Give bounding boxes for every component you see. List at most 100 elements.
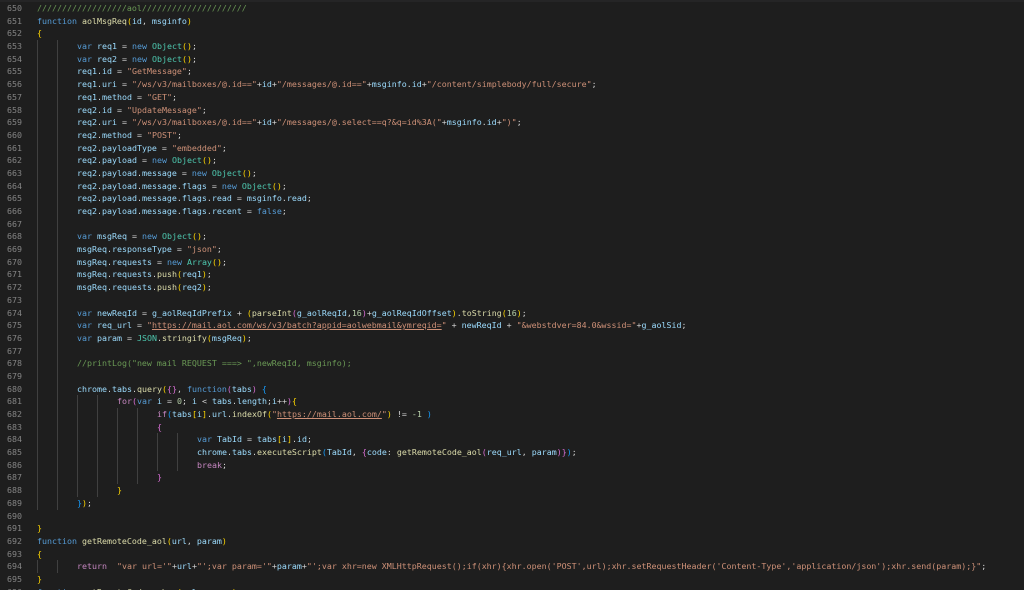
line-number[interactable]: 653 — [0, 40, 22, 53]
line-number[interactable]: 656 — [0, 78, 22, 91]
code-line[interactable]: 670 msgReq.requests = new Array(); — [0, 255, 1024, 269]
line-number[interactable]: 663 — [0, 167, 22, 180]
line-number[interactable]: 694 — [0, 560, 22, 573]
line-number[interactable]: 679 — [0, 370, 22, 383]
code-line[interactable]: 693 { — [0, 548, 1024, 561]
code-line[interactable]: 681 for(var i = 0; i < tabs.length;i++){ — [0, 395, 1024, 408]
code-line[interactable]: 685 chrome.tabs.executeScript(TabId, {cod… — [0, 446, 1024, 459]
code-line[interactable]: 679 — [0, 369, 1024, 383]
line-number[interactable]: 691 — [0, 522, 22, 535]
code-line[interactable]: 656 req1.uri = "/ws/v3/mailboxes/@.id=="+… — [0, 78, 1024, 91]
gutter-spacer — [22, 167, 37, 180]
code-line[interactable]: 651 function aolMsgReq(id, msginfo) — [0, 15, 1024, 28]
code-line[interactable]: 652 { — [0, 27, 1024, 40]
code-line[interactable]: 687} — [0, 471, 1024, 485]
token: = — [171, 244, 187, 255]
line-number[interactable]: 661 — [0, 142, 22, 155]
code-line[interactable]: 650 //////////////////aol////////////////… — [0, 2, 1024, 15]
code-area[interactable]: 650 //////////////////aol////////////////… — [0, 2, 1024, 590]
code-line[interactable]: 688} — [0, 484, 1024, 497]
line-number[interactable]: 696 — [0, 586, 22, 590]
code-line[interactable]: 672 msgReq.requests.push(req2); — [0, 281, 1024, 294]
line-number[interactable]: 693 — [0, 548, 22, 561]
line-number[interactable]: 674 — [0, 307, 22, 320]
line-number[interactable]: 666 — [0, 205, 22, 218]
code-line[interactable]: 690 — [0, 510, 1024, 523]
code-line[interactable]: 662 req2.payload = new Object(); — [0, 154, 1024, 167]
code-line[interactable]: 686 break; — [0, 458, 1024, 472]
line-number[interactable]: 683 — [0, 421, 22, 434]
line-number[interactable]: 673 — [0, 294, 22, 307]
line-number[interactable]: 658 — [0, 104, 22, 117]
code-line[interactable]: 694 return "var url='"+url+"';var param='… — [0, 560, 1024, 573]
code-line[interactable]: 684 var TabId = tabs[i].id; — [0, 433, 1024, 447]
code-line[interactable]: 667 — [0, 217, 1024, 231]
code-line[interactable]: 660 req2.method = "POST"; — [0, 128, 1024, 142]
line-number[interactable]: 695 — [0, 573, 22, 586]
line-number[interactable]: 677 — [0, 345, 22, 358]
line-number[interactable]: 675 — [0, 319, 22, 332]
code-line[interactable]: 653 var req1 = new Object(); — [0, 40, 1024, 53]
code-line[interactable]: 695} — [0, 573, 1024, 586]
code-line[interactable]: 682 if(tabs[i].url.indexOf("https://mail.… — [0, 408, 1024, 421]
line-number[interactable]: 651 — [0, 15, 22, 28]
code-line[interactable]: 691} — [0, 522, 1024, 535]
line-number[interactable]: 688 — [0, 484, 22, 497]
line-number[interactable]: 659 — [0, 116, 22, 129]
token: payloadType — [101, 142, 157, 153]
code-line[interactable]: 677 — [0, 344, 1024, 358]
code-line[interactable]: 683 { — [0, 420, 1024, 434]
code-line[interactable]: 658 req2.id = "UpdateMessage"; — [0, 103, 1024, 117]
line-number[interactable]: 684 — [0, 433, 22, 446]
code-line[interactable]: 668 var msgReq = new Object(); — [0, 230, 1024, 244]
code-line[interactable]: 678 //printLog("new mail REQUEST ===> ",n… — [0, 357, 1024, 370]
line-number[interactable]: 650 — [0, 2, 22, 15]
line-number[interactable]: 681 — [0, 395, 22, 408]
line-number[interactable]: 664 — [0, 180, 22, 193]
code-line[interactable]: 659 req2.uri = "/ws/v3/mailboxes/@.id=="+… — [0, 116, 1024, 129]
line-number[interactable]: 662 — [0, 154, 22, 167]
line-number[interactable]: 665 — [0, 192, 22, 205]
code-line[interactable]: 661 req2.payloadType = "embedded"; — [0, 141, 1024, 155]
line-number[interactable]: 682 — [0, 408, 22, 421]
line-number[interactable]: 689 — [0, 497, 22, 510]
line-number[interactable]: 657 — [0, 91, 22, 104]
code-line[interactable]: 675 var req_url = "https://mail.aol.com/w… — [0, 319, 1024, 332]
line-number[interactable]: 678 — [0, 357, 22, 370]
line-number[interactable]: 654 — [0, 53, 22, 66]
line-number[interactable]: 687 — [0, 471, 22, 484]
code-line[interactable]: 664 req2.payload.message.flags = new Obje… — [0, 179, 1024, 193]
code-line[interactable]: 665 req2.payload.message.flags.read = msg… — [0, 192, 1024, 205]
code-line[interactable]: 676 var param = JSON.stringify(msgReq); — [0, 331, 1024, 345]
code-line[interactable]: 673 — [0, 293, 1024, 307]
line-number[interactable]: 672 — [0, 281, 22, 294]
code-line[interactable]: 674 var newReqId = g_aolReqIdPrefix + (pa… — [0, 306, 1024, 320]
line-number[interactable]: 692 — [0, 535, 22, 548]
line-number[interactable]: 690 — [0, 510, 22, 523]
line-number[interactable]: 660 — [0, 129, 22, 142]
code-line[interactable]: 696 function getRemoteCode_yahoo(url, par… — [0, 586, 1024, 590]
line-number[interactable]: 655 — [0, 65, 22, 78]
code-line[interactable]: 655 req1.id = "GetMessage"; — [0, 65, 1024, 79]
line-number[interactable]: 686 — [0, 459, 22, 472]
indent-guides — [37, 446, 197, 459]
code-line[interactable]: 680 chrome.tabs.query({}, function(tabs) … — [0, 382, 1024, 396]
line-number[interactable]: 667 — [0, 218, 22, 231]
code-line[interactable]: 689}); — [0, 496, 1024, 510]
line-number[interactable]: 670 — [0, 256, 22, 269]
line-number[interactable]: 668 — [0, 230, 22, 243]
code-line[interactable]: 663 req2.payload.message = new Object(); — [0, 166, 1024, 180]
line-number[interactable]: 685 — [0, 446, 22, 459]
line-number[interactable]: 652 — [0, 27, 22, 40]
line-number[interactable]: 676 — [0, 332, 22, 345]
code-line[interactable]: 669 msgReq.responseType = "json"; — [0, 243, 1024, 256]
code-line[interactable]: 654 var req2 = new Object(); — [0, 52, 1024, 66]
code-line[interactable]: 666 req2.payload.message.flags.recent = f… — [0, 205, 1024, 218]
code-line[interactable]: 657 req1.method = "GET"; — [0, 90, 1024, 104]
line-number[interactable]: 669 — [0, 243, 22, 256]
token: JSON — [136, 332, 157, 343]
line-number[interactable]: 680 — [0, 383, 22, 396]
code-line[interactable]: 692 function getRemoteCode_aol(url, param… — [0, 535, 1024, 548]
line-number[interactable]: 671 — [0, 268, 22, 281]
code-line[interactable]: 671 msgReq.requests.push(req1); — [0, 268, 1024, 282]
